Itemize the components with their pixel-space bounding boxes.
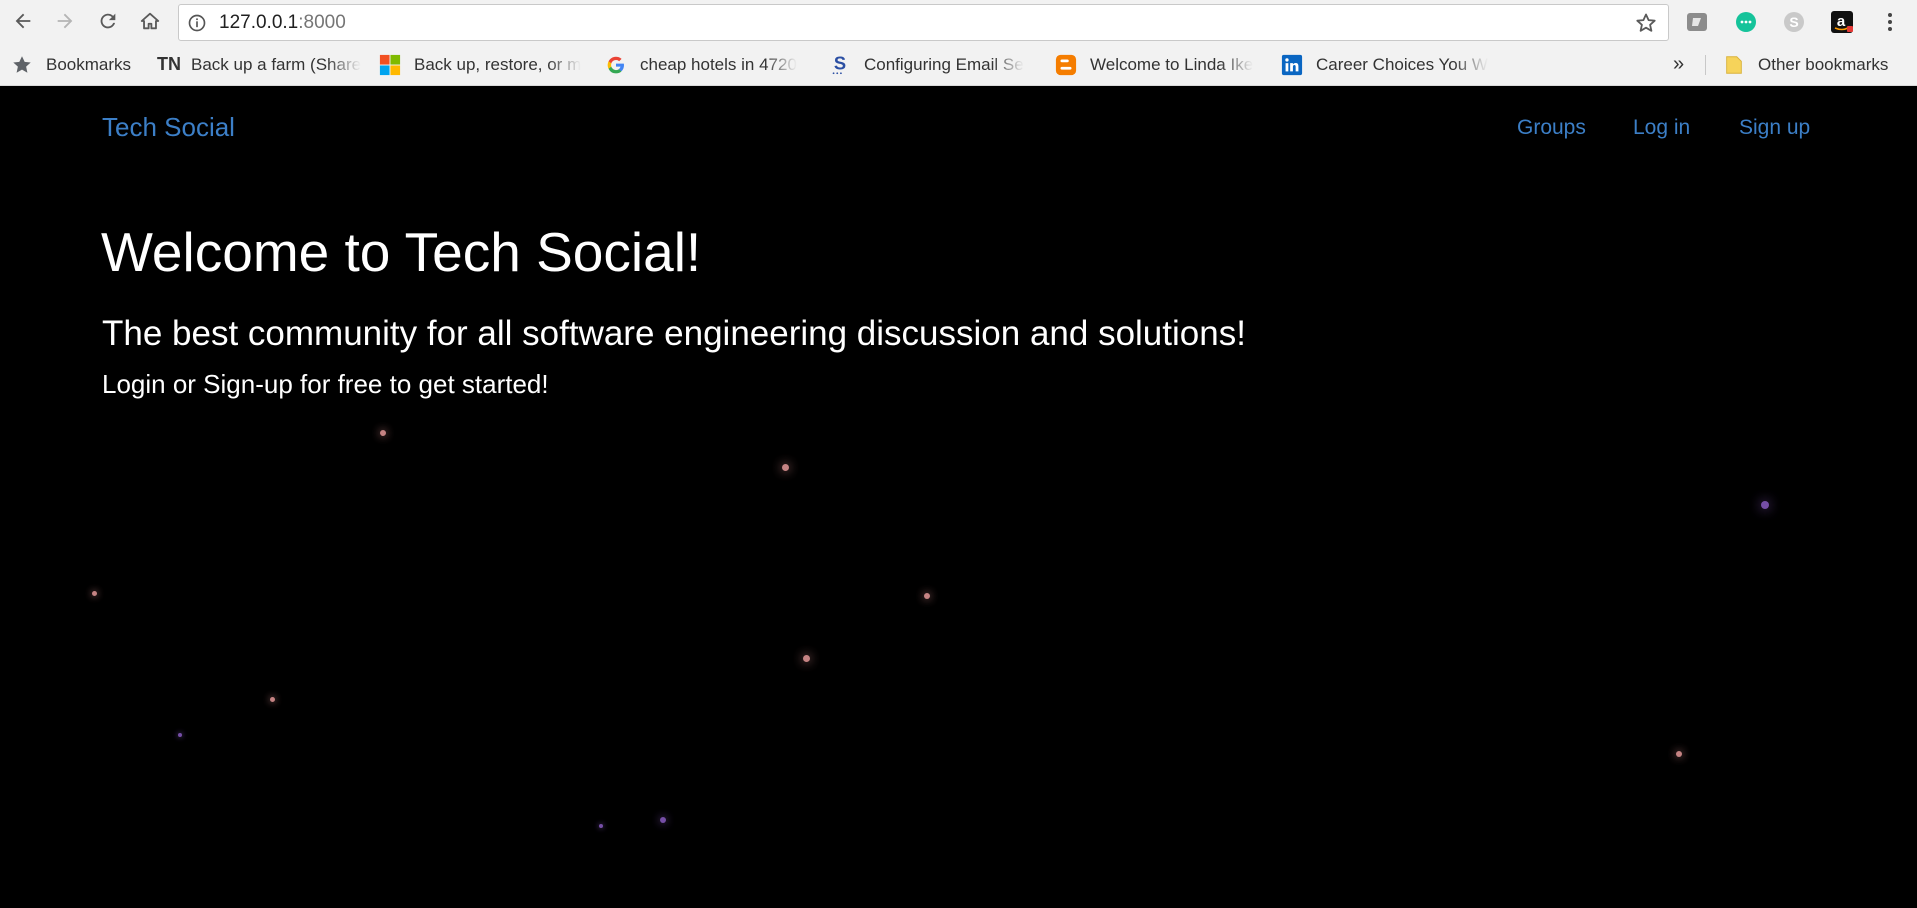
particle-dot [1676,751,1682,757]
skype-icon: S [1784,12,1804,32]
folder-icon [1722,53,1746,77]
bookmark-label: Back up a farm (Share [191,54,362,74]
brand-link[interactable]: Tech Social [102,112,235,143]
browser-window: 127.0.0.1:8000 S a Bookmarks TN Back up … [0,0,1917,908]
svg-text:S: S [1789,14,1798,30]
address-bar[interactable]: 127.0.0.1:8000 [178,4,1669,41]
reload-icon [100,13,116,29]
skype-button[interactable]: S [1782,10,1806,34]
bookmark-cheap-hotels[interactable]: cheap hotels in 4720 [604,43,810,86]
kebab-menu-icon [1888,13,1892,31]
bookmarks-divider [1705,55,1706,75]
hero-subtitle: The best community for all software engi… [102,314,1246,353]
forward-button[interactable] [50,6,80,36]
bookmark-label: Bookmarks [46,54,132,74]
particle-dot [91,590,97,596]
particle-dot [1761,501,1769,509]
home-button[interactable] [135,6,165,36]
reload-button[interactable] [93,6,123,36]
particle-dot [269,696,275,702]
particle-dot [178,733,182,737]
back-button[interactable] [8,6,38,36]
extension-gray-button[interactable] [1685,10,1709,34]
google-icon [604,53,628,77]
particle-dot [599,824,603,828]
bookmarks-folder[interactable]: Bookmarks [10,43,140,86]
bookmark-career-choices[interactable]: Career Choices You W [1280,43,1490,86]
particle-dot [781,463,789,471]
chat-bubble-icon [1736,12,1756,32]
hero-title: Welcome to Tech Social! [101,221,702,283]
star-icon [10,53,34,77]
browser-toolbar: 127.0.0.1:8000 S a [0,0,1917,43]
particle-dot [380,430,386,436]
grammarly-button[interactable] [1734,10,1758,34]
s-icon: S [828,53,852,77]
particle-dot [924,593,930,599]
info-icon[interactable] [187,13,207,33]
bookmark-label: Other bookmarks [1758,54,1889,74]
home-icon [140,12,160,30]
hero-cta-text: Login or Sign-up for free to get started… [102,369,549,399]
url-text[interactable]: 127.0.0.1:8000 [219,5,346,40]
bookmark-label: Back up, restore, or m [414,54,582,74]
bookmarks-bar: Bookmarks TN Back up a farm (Share Back … [0,43,1917,86]
nav-link-sign-up[interactable]: Sign up [1739,116,1810,140]
amazon-icon: a [1831,11,1853,33]
url-port: :8000 [298,12,346,33]
particle-dot [660,817,666,823]
bookmark-back-up-restore[interactable]: Back up, restore, or m [378,43,586,86]
svg-text:S: S [834,54,846,74]
nav-link-log-in[interactable]: Log in [1633,116,1690,140]
svg-text:a: a [1837,13,1846,30]
arrow-left-icon [15,13,31,29]
linkedin-icon [1280,53,1304,77]
bookmark-label: cheap hotels in 4720 [640,54,797,74]
particle-dot [802,654,810,662]
amazon-button[interactable]: a [1830,10,1854,34]
bookmark-configuring-email[interactable]: S Configuring Email Se [828,43,1036,86]
bookmarks-overflow-button[interactable]: » [1673,43,1684,86]
bookmark-label: Career Choices You W [1316,54,1488,74]
bookmark-welcome-linda[interactable]: Welcome to Linda Ike [1054,43,1262,86]
bookmark-label: Welcome to Linda Ike [1090,54,1254,74]
extension-icon [1687,13,1707,31]
tn-icon: TN [157,54,181,74]
nav-link-groups[interactable]: Groups [1517,116,1586,140]
url-host: 127.0.0.1 [219,12,299,33]
other-bookmarks-folder[interactable]: Other bookmarks [1722,43,1912,86]
web-page: Tech Social Groups Log in Sign up Welcom… [0,86,1917,908]
arrow-right-icon [57,13,73,29]
microsoft-icon [378,53,402,77]
bookmark-label: Configuring Email Se [864,54,1024,74]
chrome-menu-button[interactable] [1878,10,1902,34]
blogger-icon [1054,53,1078,77]
bookmark-star-icon[interactable] [1634,11,1658,35]
bookmark-back-up-farm[interactable]: TN Back up a farm (Share [155,43,365,86]
